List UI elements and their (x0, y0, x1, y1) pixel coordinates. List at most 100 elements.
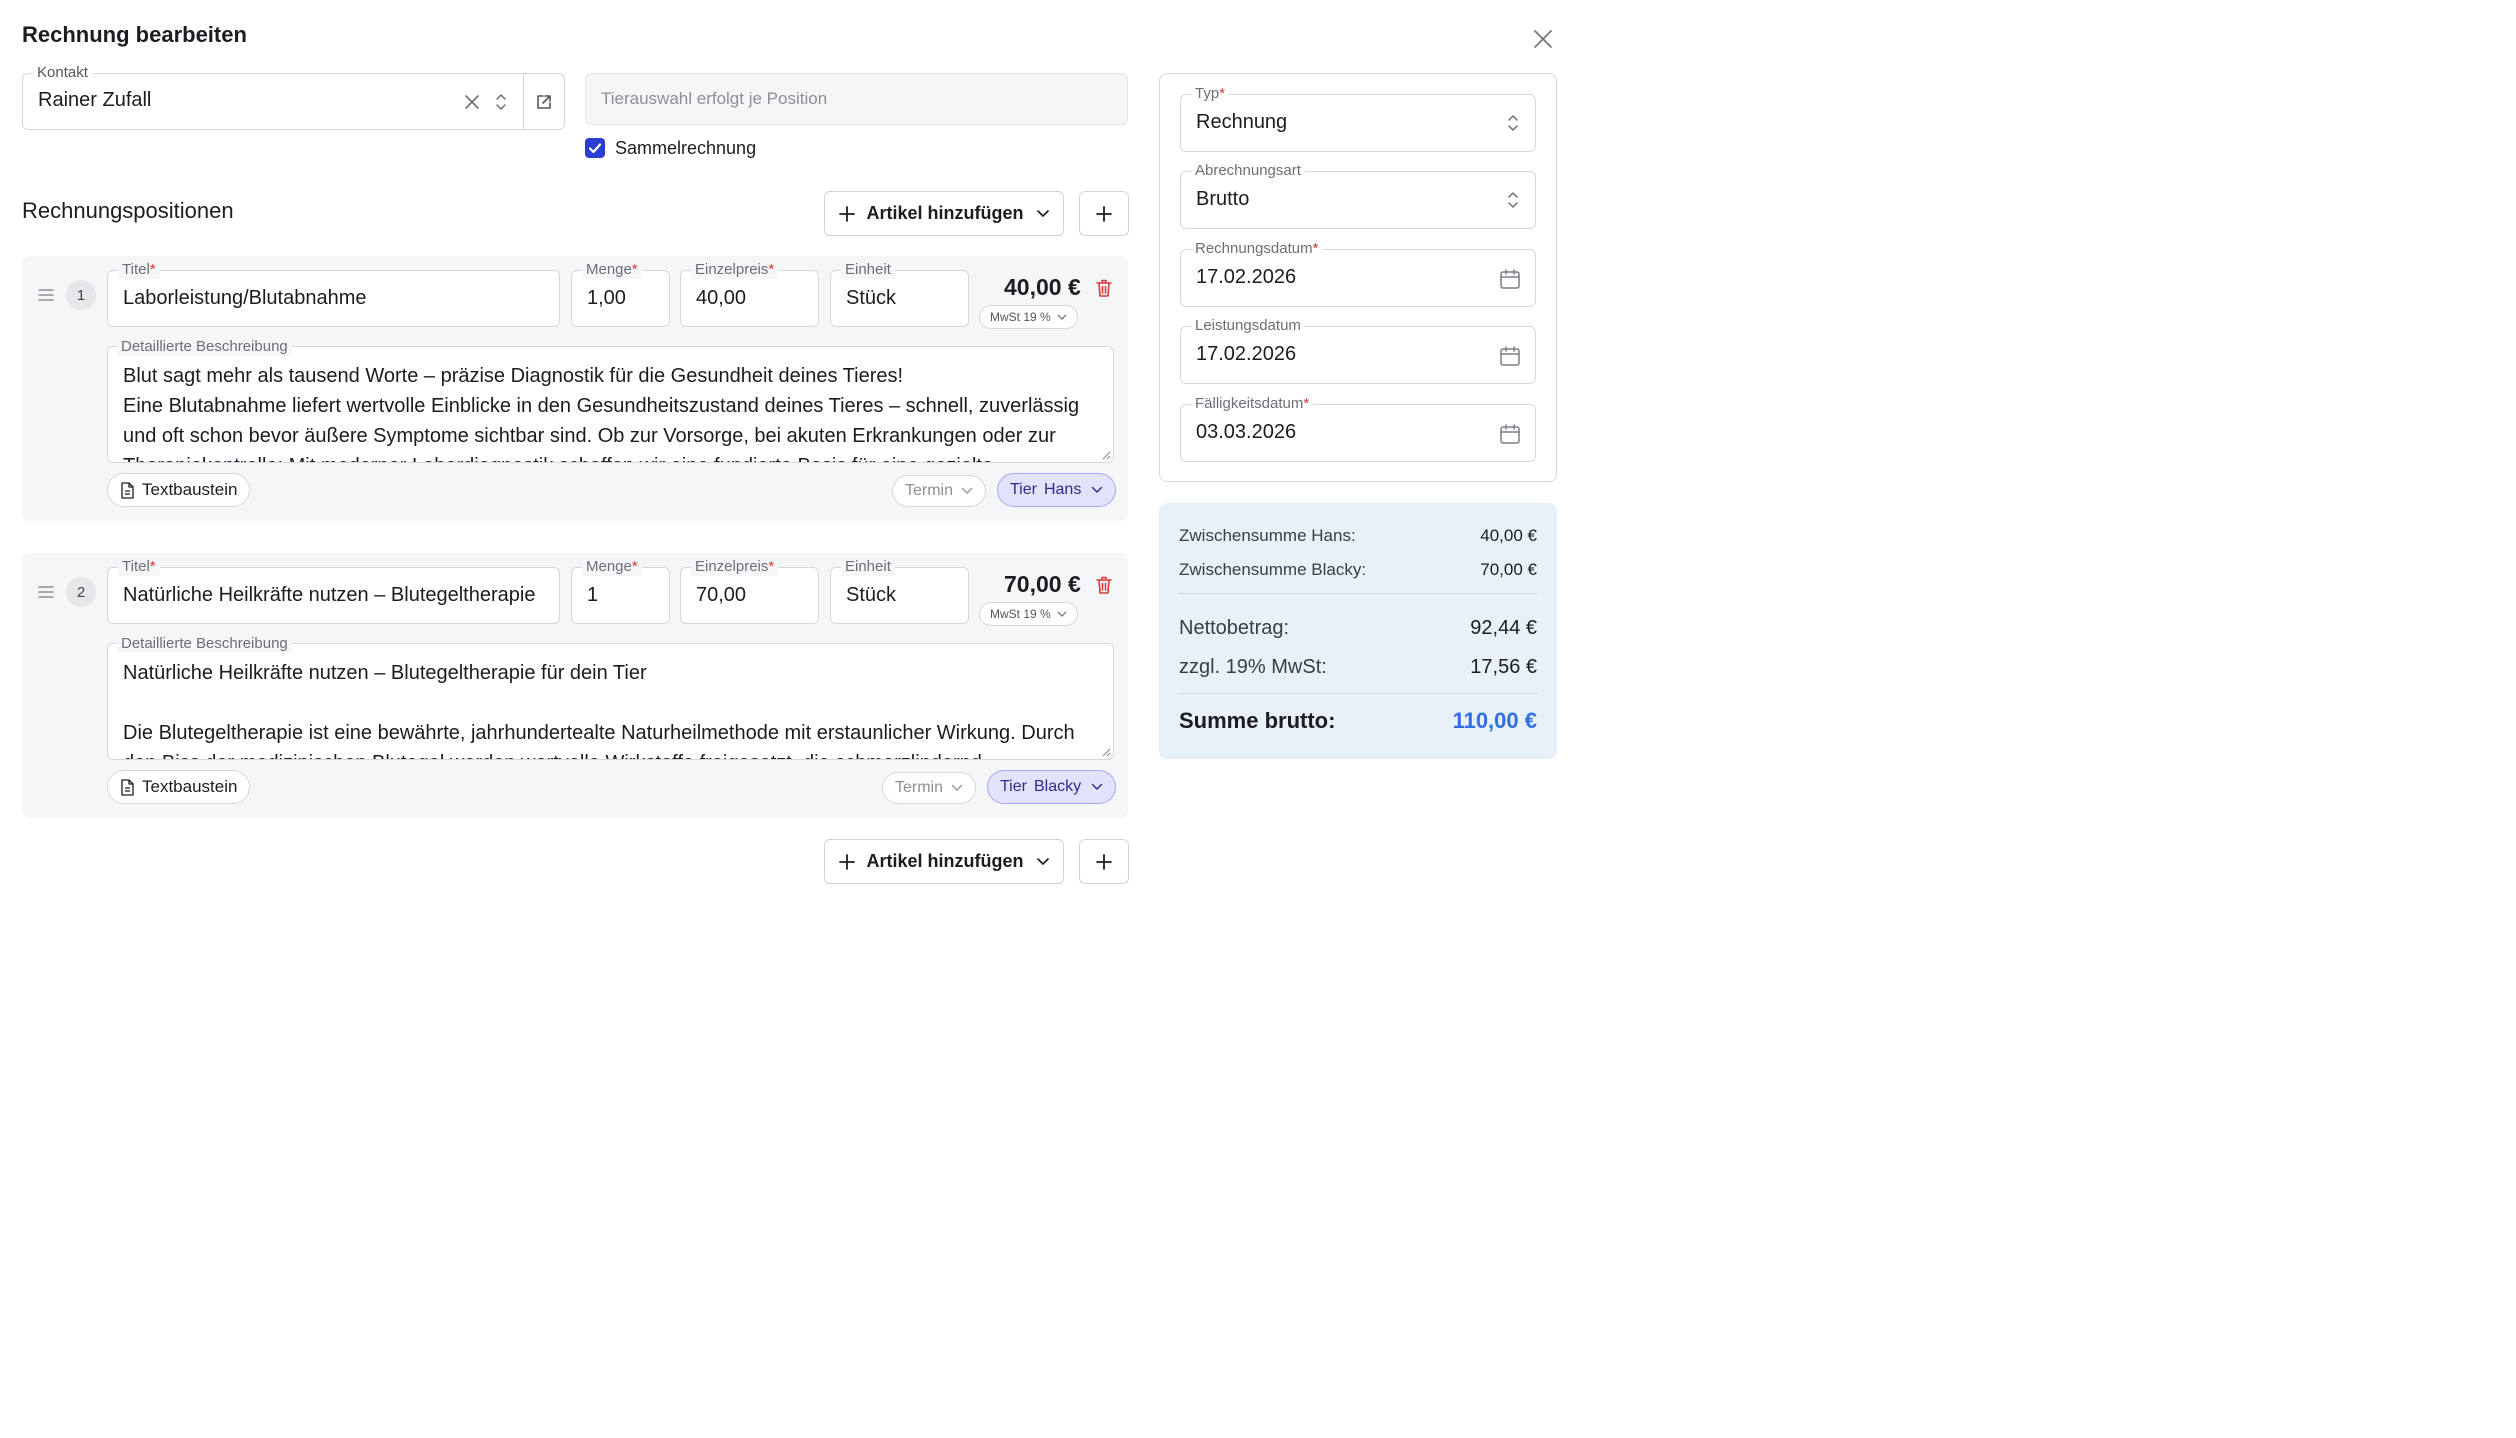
titel-field[interactable]: Titel* Natürliche Heilkräfte nutzen – Bl… (107, 558, 560, 624)
description-line: Die Blutegeltherapie ist eine bewährte, … (123, 722, 1075, 744)
netto-value: 92,44 € (1470, 617, 1537, 639)
sammelrechnung-label[interactable]: Sammelrechnung (615, 138, 756, 159)
textbaustein-label: Textbaustein (142, 777, 238, 796)
tier-name: Blacky (1033, 778, 1082, 795)
typ-label: Typ* (1191, 85, 1230, 103)
calendar-icon[interactable] (1499, 345, 1521, 367)
position-total: 70,00 € (1004, 571, 1081, 597)
document-icon (120, 778, 134, 796)
chevron-down-icon (1036, 209, 1050, 219)
checkbox-checked-icon[interactable] (585, 138, 605, 158)
add-article-button[interactable]: Artikel hinzufügen (824, 191, 1064, 236)
position-card-2: 2 Titel* Natürliche Heilkräfte nutzen – … (22, 553, 1128, 818)
calendar-icon[interactable] (1499, 423, 1521, 445)
tier-name: Hans (1043, 481, 1082, 498)
chevron-down-icon (1091, 486, 1103, 494)
updown-icon (1506, 189, 1520, 211)
rechnungsdatum-label: Rechnungsdatum* (1191, 240, 1323, 258)
titel-value: Natürliche Heilkräfte nutzen – Blutegelt… (123, 584, 536, 606)
leistungsdatum-field[interactable]: Leistungsdatum 17.02.2026 (1180, 317, 1536, 384)
termin-select[interactable]: Termin (882, 772, 977, 804)
description-line: Eine Blutabnahme liefert wertvolle Einbl… (123, 395, 1080, 417)
textbaustein-button[interactable]: Textbaustein (107, 473, 251, 507)
einzelpreis-field[interactable]: Einzelpreis* 40,00 (680, 261, 819, 327)
abrechnungsart-select[interactable]: Abrechnungsart Brutto (1180, 162, 1536, 229)
drag-handle-icon[interactable] (38, 586, 54, 598)
description-text: Natürliche Heilkräfte nutzen – Blutegelt… (123, 658, 1099, 759)
faelligkeitsdatum-label: Fälligkeitsdatum* (1191, 395, 1314, 413)
description-field[interactable]: Natürliche Heilkräfte nutzen – Blutegelt… (107, 643, 1114, 760)
divider (523, 74, 524, 129)
menge-label: Menge* (582, 558, 642, 576)
clear-icon[interactable] (463, 93, 481, 111)
einzelpreis-label: Einzelpreis* (691, 558, 779, 576)
mwst-label: zzgl. 19% MwSt: (1179, 656, 1327, 678)
termin-label: Termin (895, 779, 944, 796)
rechnungsdatum-field[interactable]: Rechnungsdatum* 17.02.2026 (1180, 240, 1536, 307)
add-article-label: Artikel hinzufügen (866, 203, 1024, 223)
mwst-value: MwSt 19 % (990, 607, 1051, 621)
einheit-field[interactable]: Einheit Stück (830, 261, 969, 327)
drag-handle-icon[interactable] (38, 289, 54, 301)
abrechnungsart-value: Brutto (1196, 188, 1250, 210)
tier-select[interactable]: Tier Hans (997, 473, 1117, 507)
menge-label: Menge* (582, 261, 642, 279)
updown-icon (1506, 112, 1520, 134)
mwst-select[interactable]: MwSt 19 % (979, 602, 1078, 626)
chevron-down-icon (1057, 611, 1067, 618)
trash-icon[interactable] (1095, 575, 1113, 595)
menge-field[interactable]: Menge* 1 (571, 558, 670, 624)
abrechnungsart-label: Abrechnungsart (1191, 162, 1305, 180)
einzelpreis-field[interactable]: Einzelpreis* 70,00 (680, 558, 819, 624)
typ-select[interactable]: Typ* Rechnung (1180, 85, 1536, 152)
plus-icon (1096, 205, 1112, 222)
titel-field[interactable]: Titel* Laborleistung/Blutabnahme (107, 261, 560, 327)
document-icon (120, 481, 134, 499)
external-link-icon[interactable] (535, 93, 553, 111)
menge-field[interactable]: Menge* 1,00 (571, 261, 670, 327)
add-position-button[interactable] (1079, 191, 1129, 236)
description-line: Therapiekontrolle: Mit moderner Labordia… (123, 451, 1099, 462)
einheit-value: Stück (846, 584, 897, 606)
updown-icon[interactable] (494, 91, 508, 113)
summary-divider (1179, 693, 1537, 694)
einzelpreis-value: 40,00 (696, 287, 747, 309)
add-article-button-bottom[interactable]: Artikel hinzufügen (824, 839, 1064, 884)
faelligkeitsdatum-field[interactable]: Fälligkeitsdatum* 03.03.2026 (1180, 395, 1536, 462)
menge-value: 1,00 (587, 287, 626, 309)
contact-label: Kontakt (33, 64, 92, 82)
subtotal-value: 40,00 € (1480, 526, 1537, 545)
contact-select[interactable]: Kontakt Rainer Zufall (22, 64, 565, 130)
chevron-down-icon (1036, 857, 1050, 867)
dialog-title: Rechnung bearbeiten (22, 22, 247, 47)
resize-handle-icon[interactable] (1101, 450, 1111, 460)
einheit-field[interactable]: Einheit Stück (830, 558, 969, 624)
description-field[interactable]: Blut sagt mehr als tausend Worte – präzi… (107, 346, 1114, 463)
brutto-value: 110,00 € (1452, 708, 1537, 733)
rechnungsdatum-value: 17.02.2026 (1196, 266, 1297, 288)
summary-card: Zwischensumme Hans: 40,00 € Zwischensumm… (1159, 503, 1557, 759)
tier-prefix: Tier (1010, 481, 1037, 498)
resize-handle-icon[interactable] (1101, 747, 1111, 757)
einzelpreis-label: Einzelpreis* (691, 261, 779, 279)
trash-icon[interactable] (1095, 278, 1113, 298)
close-icon[interactable] (1530, 26, 1556, 52)
einheit-label: Einheit (841, 261, 895, 279)
einheit-label: Einheit (841, 558, 895, 576)
termin-select[interactable]: Termin (892, 475, 987, 507)
add-position-button-bottom[interactable] (1079, 839, 1129, 884)
invoice-meta-panel: Typ* Rechnung Abrechnungsart Brutto Rech… (1159, 73, 1557, 482)
calendar-icon[interactable] (1499, 268, 1521, 290)
textbaustein-label: Textbaustein (142, 480, 238, 499)
chevron-down-icon (951, 784, 963, 792)
termin-label: Termin (905, 482, 954, 499)
tier-select[interactable]: Tier Blacky (987, 770, 1117, 804)
tier-prefix: Tier (1000, 778, 1027, 795)
edit-invoice-dialog: Rechnung bearbeiten Kontakt Rainer Zufal… (0, 0, 1568, 896)
mwst-select[interactable]: MwSt 19 % (979, 305, 1078, 329)
chevron-down-icon (1057, 314, 1067, 321)
textbaustein-button[interactable]: Textbaustein (107, 770, 251, 804)
description-line: den Biss der medizinischen Blutegel werd… (123, 748, 1099, 759)
typ-value: Rechnung (1196, 111, 1288, 133)
position-number: 2 (66, 577, 96, 607)
